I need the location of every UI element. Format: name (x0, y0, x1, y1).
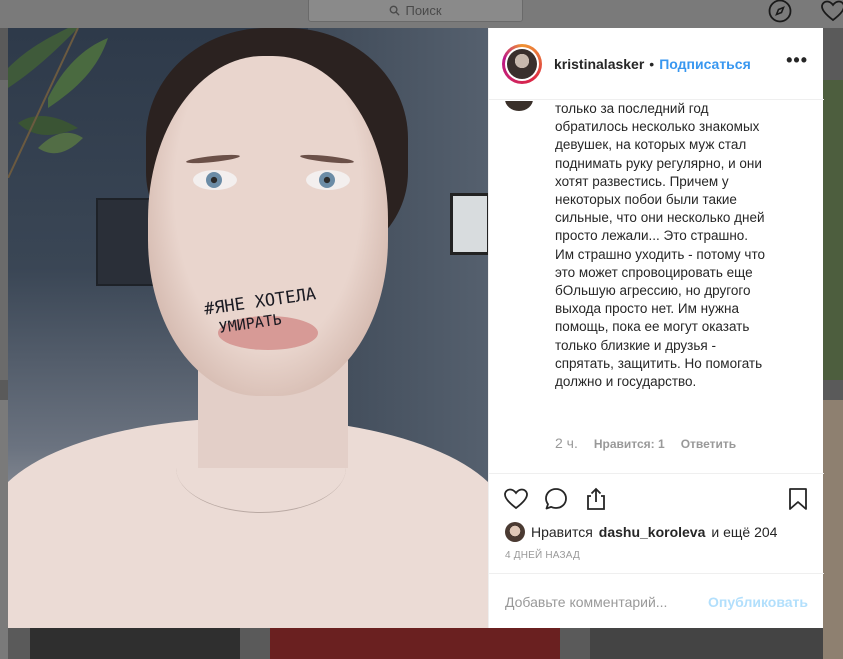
search-input[interactable]: Поиск (308, 0, 523, 22)
avatar-image (507, 48, 537, 79)
publish-button[interactable]: Опубликовать (708, 594, 808, 610)
post-modal: #ЯНЕ ХОТЕЛА УМИРАТЬ kristinalasker • Под… (8, 28, 824, 628)
eye (306, 170, 350, 190)
avatar[interactable] (502, 43, 542, 84)
commenter-avatar[interactable] (505, 101, 533, 111)
comment-input[interactable]: Добавьте комментарий... (505, 594, 667, 610)
likes-summary: Нравится dashu_koroleva и ещё 204 (505, 522, 777, 542)
comment-meta: 2 ч. Нравится: 1 Ответить (555, 435, 736, 451)
add-comment-form: Добавьте комментарий... Опубликовать (489, 573, 824, 629)
grid-thumbnail[interactable] (823, 80, 843, 380)
top-navigation-bar: Поиск (0, 0, 843, 28)
heart-icon[interactable] (820, 0, 843, 24)
grid-thumbnail[interactable] (270, 628, 560, 659)
comments-list[interactable]: только за последний год обратилось неско… (489, 101, 824, 473)
comment-likes-link[interactable]: Нравится: 1 (594, 437, 665, 451)
post-actions: Нравится dashu_koroleva и ещё 204 4 ДНЕЙ… (489, 473, 824, 628)
username-link[interactable]: kristinalasker (554, 56, 644, 72)
comment-text: только за последний год обратилось неско… (555, 101, 765, 390)
share-icon[interactable] (583, 486, 609, 512)
post-side-panel: kristinalasker • Подписаться ••• только … (488, 28, 824, 628)
reply-button[interactable]: Ответить (681, 437, 736, 451)
likes-prefix: Нравится (531, 524, 593, 540)
follow-button[interactable]: Подписаться (659, 56, 751, 72)
post-photo[interactable]: #ЯНЕ ХОТЕЛА УМИРАТЬ (8, 28, 488, 628)
separator-dot: • (649, 55, 655, 72)
bookmark-icon[interactable] (785, 486, 811, 512)
necklace (176, 423, 346, 513)
grid-thumbnail[interactable] (823, 400, 843, 659)
grid-thumbnail[interactable] (0, 400, 8, 659)
avatar-border (505, 46, 539, 81)
heart-icon[interactable] (503, 486, 529, 512)
plant-leaves (8, 28, 108, 178)
post-header: kristinalasker • Подписаться ••• (489, 28, 824, 100)
grid-thumbnail[interactable] (590, 628, 823, 659)
likes-count-link[interactable]: и ещё 204 (711, 524, 777, 540)
post-date[interactable]: 4 ДНЕЙ НАЗАД (505, 550, 580, 561)
search-placeholder: Поиск (405, 2, 442, 18)
more-options-icon[interactable]: ••• (786, 51, 808, 69)
grid-thumbnail[interactable] (30, 628, 240, 659)
wall-picture-frame (450, 193, 488, 255)
comment-time[interactable]: 2 ч. (555, 435, 578, 451)
eye (193, 170, 237, 190)
liker-avatar[interactable] (505, 522, 525, 542)
comment-icon[interactable] (543, 486, 569, 512)
compass-icon[interactable] (767, 0, 793, 24)
search-icon (390, 5, 401, 16)
grid-thumbnail[interactable] (0, 80, 8, 380)
liker-username-link[interactable]: dashu_koroleva (599, 524, 706, 540)
